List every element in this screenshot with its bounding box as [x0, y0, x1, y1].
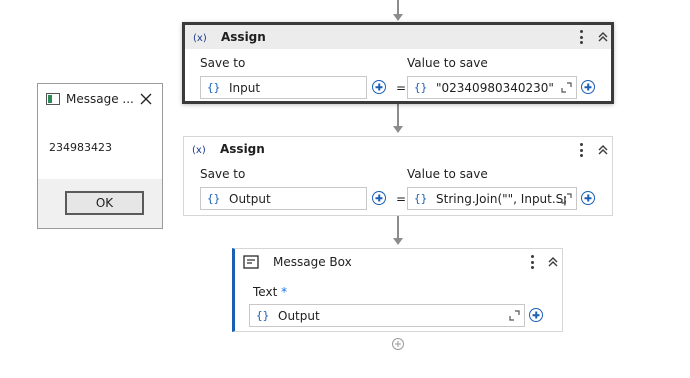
collapse-icon[interactable]	[546, 255, 560, 269]
value-to-save-label: Value to save	[407, 167, 488, 181]
expression-brace-icon: {}	[256, 309, 270, 322]
close-icon[interactable]	[140, 93, 152, 105]
text-label-caption: Text	[253, 285, 278, 299]
message-box-activity[interactable]: Message Box Text * {} Output	[232, 248, 563, 332]
expand-editor-icon[interactable]	[509, 310, 520, 321]
text-plus-button[interactable]	[529, 308, 543, 322]
expression-brace-icon: {}	[207, 192, 221, 205]
value-expression: String.Join("", Input.Sp	[436, 191, 566, 206]
message-box-icon	[243, 254, 259, 270]
equals-sign: =	[396, 81, 407, 95]
assign-icon: (x)	[193, 29, 209, 45]
expression-brace-icon: {}	[207, 81, 221, 94]
connector-assign1-assign2	[397, 104, 399, 127]
activity-title: Message Box	[273, 255, 352, 269]
assign-activity-1[interactable]: (x) Assign Save to Value to save {} Inpu…	[182, 22, 614, 104]
window-app-icon	[46, 93, 60, 105]
connector-arrow-assign2	[393, 126, 403, 133]
more-options-icon[interactable]	[574, 28, 588, 46]
save-to-label: Save to	[200, 56, 246, 70]
save-to-value: Input	[229, 80, 261, 95]
value-plus-button[interactable]	[581, 191, 595, 205]
activity-title: Assign	[220, 142, 265, 156]
save-to-label: Save to	[200, 167, 246, 181]
connector-arrow-messagebox	[393, 238, 403, 245]
text-field[interactable]: {} Output	[249, 304, 525, 327]
value-to-save-field[interactable]: {} "02340980340230"	[407, 76, 577, 99]
required-marker: *	[281, 285, 288, 299]
value-expression: "02340980340230"	[436, 80, 554, 95]
collapse-icon[interactable]	[596, 30, 610, 44]
connector-assign2-messagebox	[397, 216, 399, 239]
value-to-save-label: Value to save	[407, 56, 488, 70]
assign-activity-2[interactable]: (x) Assign Save to Value to save {} Outp…	[183, 136, 613, 216]
activity-header[interactable]: (x) Assign	[185, 25, 611, 49]
connector-arrow-top	[393, 14, 403, 21]
expression-brace-icon: {}	[414, 192, 428, 205]
equals-sign: =	[396, 192, 407, 206]
svg-text:(x): (x)	[193, 33, 207, 43]
ok-button[interactable]: OK	[65, 191, 144, 215]
connector-top	[397, 0, 399, 14]
text-label: Text *	[253, 285, 287, 299]
save-to-value: Output	[229, 191, 271, 206]
svg-text:(x): (x)	[192, 145, 206, 155]
expression-brace-icon: {}	[414, 81, 428, 94]
save-to-field[interactable]: {} Input	[200, 76, 367, 99]
more-options-icon[interactable]	[574, 141, 588, 159]
text-value: Output	[278, 308, 320, 323]
save-to-plus-button[interactable]	[372, 80, 386, 94]
dialog-message-text: 234983423	[49, 141, 112, 154]
expand-editor-icon[interactable]	[561, 193, 572, 204]
dialog-footer: OK	[38, 179, 162, 228]
activity-header[interactable]: (x) Assign	[184, 137, 612, 161]
expand-editor-icon[interactable]	[561, 82, 572, 93]
value-to-save-field[interactable]: {} String.Join("", Input.Sp	[407, 187, 577, 210]
dialog-title: Message ...	[66, 92, 134, 106]
save-to-field[interactable]: {} Output	[200, 187, 367, 210]
activity-title: Assign	[221, 30, 266, 44]
value-plus-button[interactable]	[581, 80, 595, 94]
collapse-icon[interactable]	[596, 143, 610, 157]
assign-icon: (x)	[192, 141, 208, 157]
activity-header[interactable]: Message Box	[235, 249, 562, 275]
more-options-icon[interactable]	[525, 253, 539, 271]
add-activity-button[interactable]	[392, 338, 404, 350]
save-to-plus-button[interactable]	[372, 191, 386, 205]
message-dialog: Message ... 234983423 OK	[37, 83, 163, 229]
